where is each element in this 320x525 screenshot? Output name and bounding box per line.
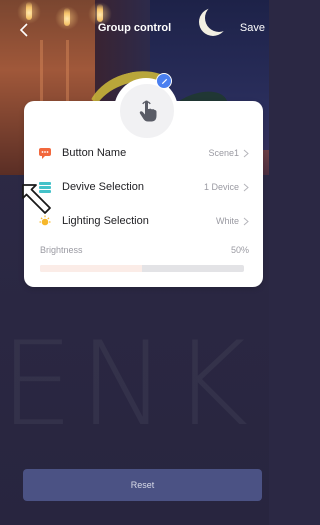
button-name-row[interactable]: Button Name Scene1 xyxy=(38,142,249,164)
device-selection-label: Devive Selection xyxy=(62,181,144,193)
chat-bubble-icon xyxy=(38,146,52,160)
chevron-right-icon xyxy=(243,183,249,191)
hand-pointer-icon xyxy=(139,100,157,122)
app-screen: ENK Group control Save Button Name Scene… xyxy=(0,0,269,525)
top-bar: Group control Save xyxy=(0,18,269,42)
save-button[interactable]: Save xyxy=(240,22,265,34)
cursor-arrow-icon xyxy=(22,184,51,214)
lighting-selection-row[interactable]: Lighting Selection White xyxy=(38,210,249,232)
lighting-selection-value: White xyxy=(215,216,239,226)
reset-button[interactable]: Reset xyxy=(23,469,262,501)
edit-avatar-button[interactable] xyxy=(156,73,172,89)
brightness-label: Brightness xyxy=(40,245,83,255)
device-selection-row[interactable]: Devive Selection 1 Device xyxy=(38,176,249,198)
scene-avatar[interactable] xyxy=(118,82,176,140)
brightness-value: 50% xyxy=(230,245,249,255)
lighting-selection-label: Lighting Selection xyxy=(62,215,149,227)
device-selection-value: 1 Device xyxy=(203,182,239,192)
brightness-slider[interactable] xyxy=(40,265,244,272)
chevron-right-icon xyxy=(243,217,249,225)
pencil-icon xyxy=(161,78,167,84)
button-name-label: Button Name xyxy=(62,147,127,159)
chevron-right-icon xyxy=(243,149,249,157)
button-name-value: Scene1 xyxy=(208,148,239,158)
sun-icon xyxy=(38,214,52,228)
page-title: Group control xyxy=(97,22,172,34)
brightness-slider-fill xyxy=(40,265,142,272)
background-watermark: ENK xyxy=(0,317,255,452)
